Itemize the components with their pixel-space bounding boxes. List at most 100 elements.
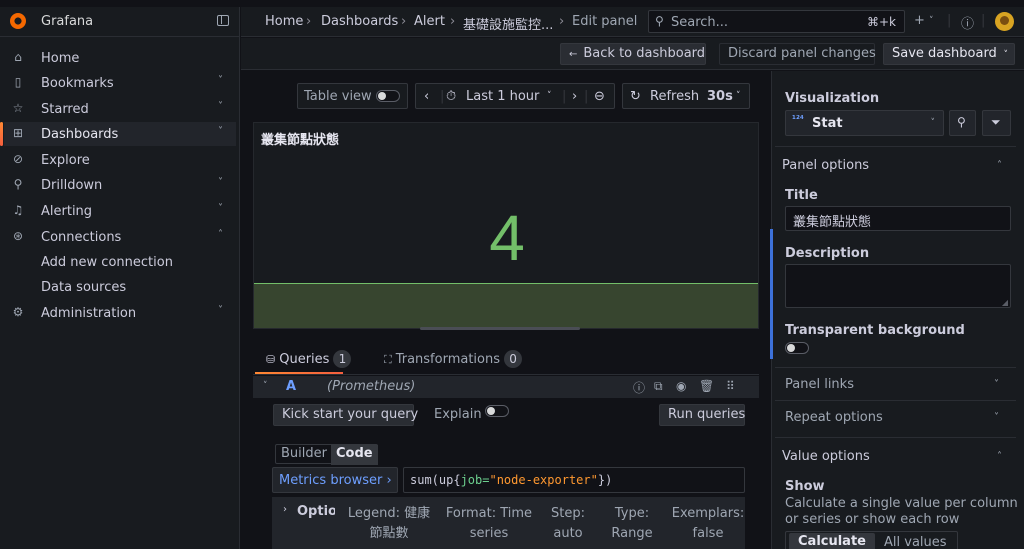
dock-menu-icon[interactable] [217, 15, 229, 26]
chevron-down-icon[interactable]: ˅ [994, 379, 999, 390]
visualization-picker[interactable]: ¹²⁴ Stat ˅ [785, 110, 944, 136]
option-step: Step: auto [548, 504, 588, 544]
zoom-out-icon[interactable]: ⊖ [594, 89, 605, 104]
grafana-logo-icon[interactable] [10, 13, 26, 29]
breadcrumb-dashboards[interactable]: Dashboards [321, 14, 398, 29]
option-type-value: Range [611, 526, 653, 541]
query-editor[interactable]: sum(up{job="node-exporter"}) [403, 467, 745, 493]
time-range-label[interactable]: Last 1 hour [466, 89, 539, 104]
sidebar-item-administration[interactable]: ⚙ Administration ˅ [0, 301, 240, 325]
table-view-switch[interactable] [376, 90, 400, 102]
query-row-header[interactable]: ˅ A (Prometheus) ⓘ ⧉ ◉ 🗑 ⠿ [253, 376, 759, 398]
trash-icon[interactable]: 🗑 [699, 379, 714, 393]
save-dashboard-button[interactable]: Save dashboard ˅ [883, 43, 1015, 65]
breadcrumb-alert[interactable]: Alert [414, 14, 445, 29]
chevron-down-icon[interactable]: ˅ [263, 381, 268, 391]
search-placeholder: Search... [671, 15, 729, 30]
help-icon[interactable]: ⓘ [633, 379, 645, 396]
chevron-up-icon[interactable]: ˄ [218, 229, 223, 240]
filter-options-button[interactable]: ⏷ [982, 110, 1011, 136]
transparent-background-switch[interactable] [785, 342, 809, 354]
run-queries-button[interactable]: Run queries [659, 404, 745, 426]
table-view-toggle[interactable]: Table view [297, 83, 408, 109]
help-icon[interactable]: ⓘ [961, 13, 974, 32]
sidebar-header: Grafana [0, 7, 240, 37]
sidebar-item-alerting[interactable]: ♫ Alerting ˅ [0, 199, 240, 223]
sidebar-item-home[interactable]: ⌂ Home [0, 46, 240, 70]
sidebar-item-starred[interactable]: ☆ Starred ˅ [0, 97, 240, 121]
chevron-down-icon[interactable]: ˅ [929, 16, 934, 26]
sidebar-item-connections[interactable]: ⊛ Connections ˄ [0, 225, 240, 249]
metrics-browser-button[interactable]: Metrics browser › [272, 467, 398, 493]
chevron-down-icon[interactable]: ˅ [218, 177, 223, 188]
active-section-indicator [770, 229, 773, 359]
kick-start-query-button[interactable]: Kick start your query [273, 404, 418, 426]
sidebar-item-bookmarks[interactable]: ▯ Bookmarks ˅ [0, 71, 240, 95]
panel-options-header[interactable]: Panel options [782, 158, 869, 173]
chevron-down-icon[interactable]: ˅ [547, 91, 552, 101]
explain-switch[interactable] [485, 405, 509, 417]
stat-panel[interactable]: 叢集節點狀態 4 [253, 122, 759, 329]
time-back-icon[interactable]: ‹ [424, 89, 429, 104]
arrow-left-icon: ← [569, 49, 578, 60]
duplicate-icon[interactable]: ⧉ [654, 379, 663, 394]
chevron-up-icon[interactable]: ˄ [997, 451, 1002, 462]
divider: | [981, 13, 986, 28]
sidebar-item-label: Explore [41, 153, 90, 168]
sidebar-subitem-data-sources[interactable]: Data sources [41, 280, 126, 295]
refresh-button[interactable]: Refresh [650, 89, 699, 104]
value-options-header[interactable]: Value options [782, 449, 870, 464]
chevron-down-icon[interactable]: ˅ [1004, 45, 1009, 65]
time-picker[interactable]: ‹ | ⏱ Last 1 hour ˅ | › | ⊖ [415, 83, 615, 109]
chevron-down-icon[interactable]: ˅ [218, 101, 223, 112]
divider [775, 146, 1016, 147]
panel-links-header[interactable]: Panel links [785, 377, 854, 392]
option-type-label: Type: [614, 506, 650, 521]
brand-name: Grafana [41, 14, 94, 29]
options-label[interactable]: Optio [297, 504, 335, 519]
breadcrumb-dashboard[interactable]: 基礎設施監控... [463, 14, 553, 33]
repeat-options-header[interactable]: Repeat options [785, 410, 883, 425]
sidebar-item-explore[interactable]: ⊘ Explore [0, 148, 240, 172]
avatar[interactable] [995, 12, 1014, 31]
chevron-up-icon[interactable]: ˄ [997, 160, 1002, 171]
builder-mode-button[interactable]: Builder [276, 445, 332, 465]
breadcrumb-home[interactable]: Home [265, 14, 303, 29]
sidebar-item-drilldown[interactable]: ⚲ Drilldown ˅ [0, 173, 240, 197]
calculate-option[interactable]: Calculate [789, 533, 875, 549]
chevron-down-icon[interactable]: ˅ [994, 412, 999, 423]
chevron-down-icon[interactable]: ˅ [736, 91, 741, 101]
tab-label: Queries [279, 352, 330, 367]
chevron-down-icon[interactable]: ˅ [218, 203, 223, 214]
panel-resize-handle[interactable] [420, 327, 580, 330]
refresh-interval[interactable]: 30s [707, 89, 733, 104]
cog-icon: ⚙ [12, 305, 24, 319]
chevron-right-icon[interactable]: › [283, 504, 287, 515]
all-values-option[interactable]: All values [884, 535, 947, 549]
option-step-label: Step: [551, 506, 585, 521]
option-legend: Legend: 健康 節點數 [346, 504, 432, 544]
plus-icon[interactable]: + [914, 13, 925, 28]
code-mode-button[interactable]: Code [331, 445, 378, 465]
divider [775, 367, 1016, 368]
tab-transformations[interactable]: ⛶ Transformations 0 [384, 350, 523, 368]
title-input[interactable]: 叢集節點狀態 [785, 206, 1011, 231]
chevron-down-icon[interactable]: ˅ [218, 305, 223, 316]
chevron-down-icon[interactable]: ˅ [218, 126, 223, 137]
sidebar-item-dashboards[interactable]: ⊞ Dashboards ˅ [0, 122, 236, 146]
divider: | [947, 13, 952, 28]
query-ref-id[interactable]: A [286, 379, 296, 394]
sidebar-subitem-add-connection[interactable]: Add new connection [41, 255, 173, 270]
time-forward-icon[interactable]: › [572, 89, 577, 104]
discard-changes-button[interactable]: Discard panel changes [719, 43, 876, 65]
tab-queries[interactable]: ⛁ Queries 1 [266, 350, 352, 368]
drag-handle-icon[interactable]: ⠿ [726, 379, 735, 393]
eye-icon[interactable]: ◉ [676, 379, 686, 393]
chevron-down-icon[interactable]: ˅ [218, 75, 223, 86]
search-options-button[interactable]: ⚲ [949, 110, 976, 136]
refresh-picker[interactable]: ↻ Refresh 30s ˅ [622, 83, 750, 109]
description-textarea[interactable]: ◢ [785, 264, 1011, 308]
search-input[interactable]: ⚲ Search... ⌘+k [648, 10, 905, 33]
back-to-dashboard-button[interactable]: ← Back to dashboard [560, 43, 706, 65]
show-description-line-2: or series or show each row [785, 512, 960, 527]
